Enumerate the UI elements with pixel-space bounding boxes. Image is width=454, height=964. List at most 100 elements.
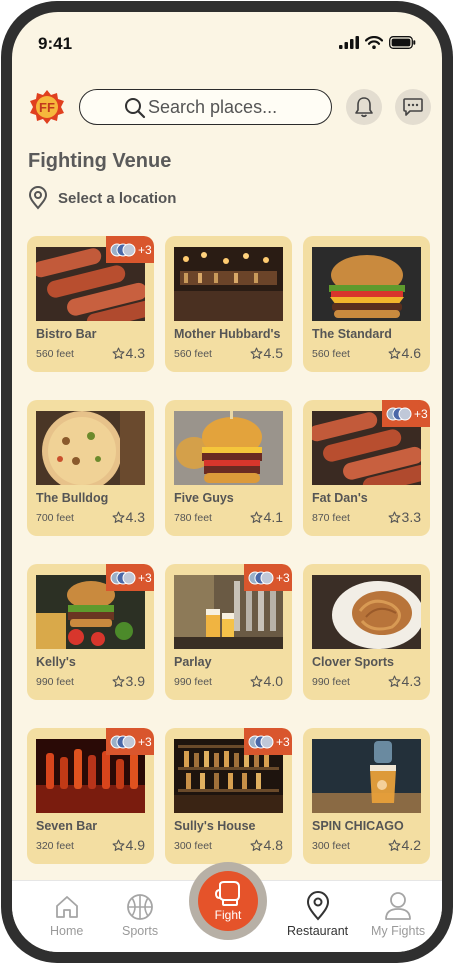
friends-badge[interactable]: +3	[382, 400, 430, 427]
nav-my-fights[interactable]: My Fights	[371, 891, 425, 938]
friends-badge[interactable]: +3	[244, 564, 292, 591]
venue-name: The Bulldog	[36, 491, 109, 505]
venue-card[interactable]: Mother Hubbard's 560 feet 4.5	[165, 236, 292, 372]
venue-distance: 990 feet	[174, 676, 212, 688]
friends-badge[interactable]: +3	[106, 728, 154, 755]
venue-name: SPIN CHICAGO	[312, 819, 404, 833]
friends-avatars-icon	[110, 735, 136, 748]
venue-card[interactable]: The Standard 560 feet 4.6	[303, 236, 430, 372]
venue-name: Sully's House	[174, 819, 256, 833]
venue-rating-value: 4.2	[401, 837, 421, 853]
venue-rating-value: 4.0	[263, 673, 283, 689]
venue-card[interactable]: Five Guys 780 feet 4.1	[165, 400, 292, 536]
venue-rating: 4.0	[250, 673, 283, 689]
star-icon	[250, 675, 262, 687]
venue-rating-value: 4.3	[401, 673, 421, 689]
star-icon	[112, 347, 124, 359]
bell-icon	[355, 97, 373, 118]
venue-distance: 300 feet	[312, 840, 350, 852]
status-bar: 9:41	[12, 12, 442, 72]
home-icon	[55, 896, 78, 918]
friends-count: +3	[138, 734, 152, 749]
friends-count: +3	[138, 242, 152, 257]
friends-avatars-icon	[248, 571, 274, 584]
venue-card[interactable]: +3 Sully's House 300 feet 4.8	[165, 728, 292, 864]
venue-distance: 990 feet	[36, 676, 74, 688]
venue-name: Parlay	[174, 655, 212, 669]
star-icon	[388, 347, 400, 359]
nav-sports-label: Sports	[122, 924, 159, 938]
search-input[interactable]	[148, 96, 318, 118]
venue-rating: 4.8	[250, 837, 283, 853]
boxing-glove-icon	[214, 880, 240, 906]
star-icon	[388, 839, 400, 851]
location-pin-icon	[28, 186, 48, 210]
friends-avatars-icon	[110, 243, 136, 256]
venue-photo	[174, 411, 283, 485]
fight-button[interactable]: Fight	[198, 871, 258, 931]
venue-distance: 320 feet	[36, 840, 74, 852]
nav-restaurant[interactable]: Restaurant	[287, 891, 348, 938]
status-time: 9:41	[38, 34, 73, 53]
venue-distance: 870 feet	[312, 512, 350, 524]
venue-rating: 4.3	[112, 345, 145, 361]
venue-photo	[174, 247, 283, 321]
venue-card[interactable]: +3 Fat Dan's 870 feet 3.3	[303, 400, 430, 536]
star-icon	[250, 347, 262, 359]
venue-rating: 3.9	[112, 673, 145, 689]
venue-rating-value: 4.3	[125, 509, 145, 525]
fight-button-label: Fight	[214, 907, 242, 922]
venue-name: Seven Bar	[36, 819, 98, 833]
nav-home[interactable]: Home	[50, 893, 83, 938]
venue-card[interactable]: +3 Bistro Bar 560 feet 4.3	[27, 236, 154, 372]
app-screen: 9:41 FF Search places... Fighting Venue …	[12, 12, 442, 952]
venue-rating-value: 4.9	[125, 837, 145, 853]
venue-rating: 4.9	[112, 837, 145, 853]
venue-rating-value: 4.6	[401, 345, 421, 361]
battery-icon	[389, 36, 416, 49]
nav-restaurant-label: Restaurant	[287, 924, 349, 938]
venue-distance: 300 feet	[174, 840, 212, 852]
venue-card[interactable]: +3 Parlay 990 feet 4.0	[165, 564, 292, 700]
star-icon	[112, 839, 124, 851]
nav-my-fights-label: My Fights	[371, 924, 426, 938]
location-selector[interactable]: Select a location	[28, 186, 176, 210]
friends-count: +3	[276, 734, 290, 749]
app-logo[interactable]: FF	[29, 89, 65, 125]
friends-badge[interactable]: +3	[106, 564, 154, 591]
user-icon	[385, 892, 411, 920]
venue-distance: 560 feet	[36, 348, 74, 360]
search-bar[interactable]	[79, 89, 332, 125]
venue-rating-value: 3.9	[125, 673, 145, 689]
friends-count: +3	[276, 570, 290, 585]
venue-rating: 4.6	[388, 345, 421, 361]
friends-avatars-icon	[386, 407, 412, 420]
star-icon	[388, 675, 400, 687]
venue-card[interactable]: Clover Sports 990 feet 4.3	[303, 564, 430, 700]
status-icons	[339, 36, 416, 49]
nav-home-label: Home	[50, 924, 84, 938]
friends-count: +3	[414, 406, 428, 421]
star-icon	[112, 511, 124, 523]
venue-name: Bistro Bar	[36, 327, 97, 341]
star-icon	[250, 511, 262, 523]
nav-sports[interactable]: Sports	[122, 893, 158, 938]
map-pin-icon	[306, 891, 329, 921]
venue-photo	[312, 575, 421, 649]
search-icon	[125, 98, 146, 119]
venue-rating: 4.1	[250, 509, 283, 525]
venue-name: Five Guys	[174, 491, 234, 505]
venue-card[interactable]: +3 Seven Bar 320 feet 4.9	[27, 728, 154, 864]
friends-avatars-icon	[248, 735, 274, 748]
venue-card[interactable]: The Bulldog 700 feet 4.3	[27, 400, 154, 536]
venue-rating: 4.3	[112, 509, 145, 525]
notifications-button[interactable]	[346, 89, 382, 125]
venue-card[interactable]: SPIN CHICAGO 300 feet 4.2	[303, 728, 430, 864]
location-label: Select a location	[58, 189, 177, 207]
basketball-icon	[127, 894, 153, 920]
venue-card[interactable]: +3 Kelly's 990 feet 3.9	[27, 564, 154, 700]
friends-badge[interactable]: +3	[106, 236, 154, 263]
venue-rating-value: 4.5	[263, 345, 283, 361]
friends-badge[interactable]: +3	[244, 728, 292, 755]
messages-button[interactable]	[395, 89, 431, 125]
